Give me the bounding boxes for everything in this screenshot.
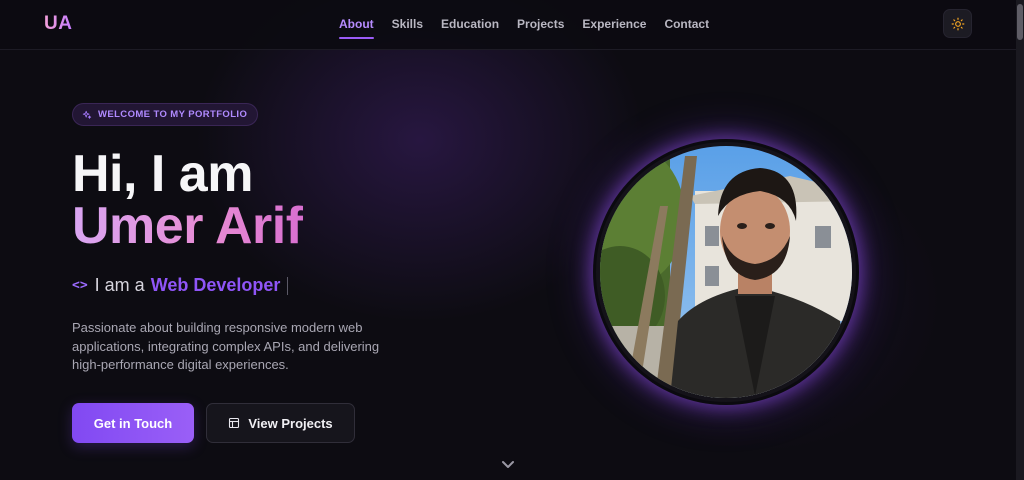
hero-description: Passionate about building responsive mod… [72, 320, 380, 372]
welcome-badge: WELCOME TO MY PORTFOLIO [72, 103, 259, 126]
theme-toggle-button[interactable] [943, 9, 972, 38]
nav-link-projects[interactable]: Projects [517, 17, 564, 31]
layout-icon [228, 417, 240, 429]
nav-link-skills[interactable]: Skills [392, 17, 423, 31]
nav-link-about[interactable]: About [339, 17, 374, 39]
role-prefix: I am a [94, 275, 145, 295]
nav-link-education[interactable]: Education [441, 17, 499, 31]
sparkles-icon [82, 110, 92, 119]
code-icon: <> [72, 278, 88, 293]
scrollbar-thumb[interactable] [1017, 4, 1023, 40]
welcome-badge-text: WELCOME TO MY PORTFOLIO [98, 109, 248, 120]
hero-greeting: Hi, I am [72, 145, 253, 203]
nav-link-experience[interactable]: Experience [582, 17, 646, 31]
nav-links: About Skills Education Projects Experien… [339, 17, 727, 39]
navbar: UA About Skills Education Projects Exper… [0, 0, 1016, 50]
view-projects-label: View Projects [248, 415, 333, 431]
site-logo[interactable]: UA [44, 13, 72, 35]
get-in-touch-button[interactable]: Get in Touch [72, 403, 194, 443]
chevron-down-icon [502, 461, 514, 468]
nav-link-contact[interactable]: Contact [664, 17, 709, 31]
scroll-down-button[interactable] [500, 458, 516, 472]
hero-name: Umer Arif [72, 197, 303, 255]
role-title: Web Developer [150, 275, 281, 295]
profile-photo-frame [596, 142, 856, 402]
sun-icon [951, 17, 964, 30]
role-line: <> I am a Web Developer [72, 275, 289, 296]
profile-photo [600, 146, 852, 398]
page-scrollbar[interactable] [1016, 0, 1024, 480]
typing-cursor [287, 276, 289, 295]
view-projects-button[interactable]: View Projects [206, 403, 355, 443]
